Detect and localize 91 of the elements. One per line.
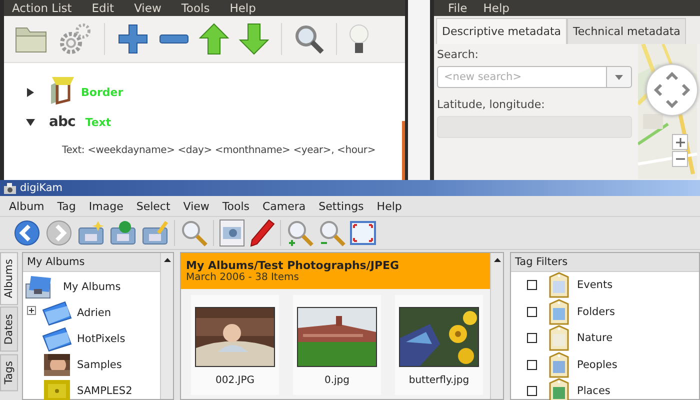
checkbox[interactable] — [527, 306, 537, 317]
tag-label[interactable]: Peoples — [577, 358, 618, 371]
search-field[interactable]: <new search> — [437, 66, 606, 88]
pencil-icon[interactable] — [249, 219, 275, 247]
down-arrow-icon[interactable] — [239, 23, 269, 55]
folder-icon — [41, 300, 73, 326]
tab[interactable]: Descriptive metadata — [436, 18, 568, 44]
new-album-icon[interactable] — [77, 220, 105, 246]
menu-item[interactable]: Tools — [181, 1, 210, 15]
checkbox[interactable] — [527, 280, 537, 290]
full-screen-icon[interactable] — [350, 221, 376, 245]
tag-icon — [549, 272, 569, 298]
menu-item[interactable]: Camera — [262, 200, 306, 212]
tag-icon — [549, 352, 569, 378]
thumbnail-caption: butterfly.jpg — [408, 375, 470, 386]
image-viewer-icon[interactable] — [219, 219, 245, 247]
checkbox[interactable] — [527, 386, 537, 396]
album-label[interactable]: HotPixels — [77, 333, 126, 345]
thumbnail-caption: 0.jpg — [324, 375, 350, 386]
side-tab[interactable]: Albums — [0, 252, 18, 306]
checkbox[interactable] — [527, 333, 537, 344]
side-tab[interactable]: Tags — [0, 354, 18, 391]
tag-label[interactable]: Events — [577, 279, 613, 292]
album-label[interactable]: SAMPLES2 — [77, 385, 132, 397]
zoom-in-button[interactable] — [672, 134, 688, 150]
scrollbar[interactable] — [490, 253, 503, 399]
album-path: My Albums/Test Photographs/JPEG — [186, 259, 400, 272]
plus-icon — [676, 138, 684, 146]
plus-icon[interactable] — [117, 23, 149, 55]
text-tool-icon: abc — [49, 114, 76, 130]
tag-icon — [549, 298, 569, 325]
tag-label[interactable]: Places — [577, 385, 610, 398]
menu-item[interactable]: Help — [483, 1, 510, 15]
scroll-indicator — [402, 121, 405, 182]
light-bulb-icon[interactable] — [349, 23, 369, 55]
scroll-up-icon[interactable] — [164, 258, 170, 262]
back-icon[interactable] — [13, 219, 41, 247]
scroll-up-icon[interactable] — [494, 258, 500, 262]
dropdown-button[interactable] — [606, 66, 632, 88]
menu-item[interactable]: Tag — [57, 200, 76, 212]
album-label[interactable]: Samples — [77, 359, 122, 371]
tab[interactable]: Technical metadata — [567, 18, 686, 44]
pan-arrows-icon[interactable] — [652, 70, 692, 110]
menu-item[interactable]: Edit — [92, 1, 114, 15]
menu-item[interactable]: File — [448, 1, 468, 15]
minus-icon — [676, 158, 684, 160]
album-label[interactable]: Adrien — [77, 307, 112, 319]
thumbnail-card[interactable]: butterfly.jpg — [395, 295, 483, 395]
tag-label[interactable]: Nature — [577, 332, 613, 344]
panel-header: My Albums — [23, 253, 160, 272]
expand-icon[interactable] — [27, 306, 36, 315]
camera-icon — [4, 182, 16, 194]
coordinates-label: Latitude, longitude: — [437, 98, 546, 111]
up-arrow-icon[interactable] — [199, 23, 229, 55]
search-label: Search: — [437, 48, 480, 61]
thumbnail-caption: 002.JPG — [216, 375, 254, 386]
window-title: digiKam — [20, 182, 63, 194]
folder-icon — [41, 326, 73, 352]
menu-item[interactable]: Tools — [222, 200, 250, 212]
dropdown-arrow-icon[interactable] — [615, 74, 623, 80]
menu-item[interactable]: Settings — [318, 200, 364, 212]
forward-icon[interactable] — [45, 219, 73, 247]
gear-icon[interactable] — [58, 22, 92, 56]
scrollbar[interactable] — [160, 253, 173, 399]
edit-album-icon[interactable] — [141, 220, 169, 246]
panel-header: Tag Filters — [511, 253, 699, 272]
collapse-arrow-icon[interactable] — [26, 118, 35, 126]
menu-item[interactable]: View — [183, 200, 210, 212]
thumbnail-card[interactable]: 002.JPG — [191, 295, 279, 395]
tag-label[interactable]: Folders — [577, 306, 615, 318]
menu-item[interactable]: Help — [230, 1, 256, 15]
album-label[interactable]: My Albums — [63, 281, 121, 293]
album-summary: March 2006 - 38 Items — [186, 272, 300, 283]
zoom-in-icon[interactable] — [286, 219, 314, 247]
minus-icon[interactable] — [159, 34, 189, 44]
checkbox[interactable] — [527, 360, 537, 370]
menu-item[interactable]: Help — [376, 200, 402, 212]
search-icon[interactable] — [294, 24, 324, 54]
tag-icon — [549, 325, 569, 352]
side-tab[interactable]: Dates — [0, 307, 18, 352]
menu-item[interactable]: View — [134, 1, 162, 15]
thumbnail-card[interactable]: 0.jpg — [293, 295, 381, 395]
menu-item[interactable]: Action List — [12, 1, 72, 15]
menu-item[interactable]: Image — [88, 200, 124, 212]
menu-item[interactable]: Album — [9, 200, 44, 212]
action-detail: Text: <weekdayname> <day> <monthname> <year>, <hour> — [61, 145, 377, 156]
expand-arrow-icon[interactable] — [26, 88, 35, 96]
import-album-icon[interactable] — [109, 220, 137, 246]
zoom-out-icon[interactable] — [318, 219, 346, 247]
menu-item[interactable]: Select — [136, 200, 170, 212]
zoom-out-button[interactable] — [672, 151, 688, 167]
